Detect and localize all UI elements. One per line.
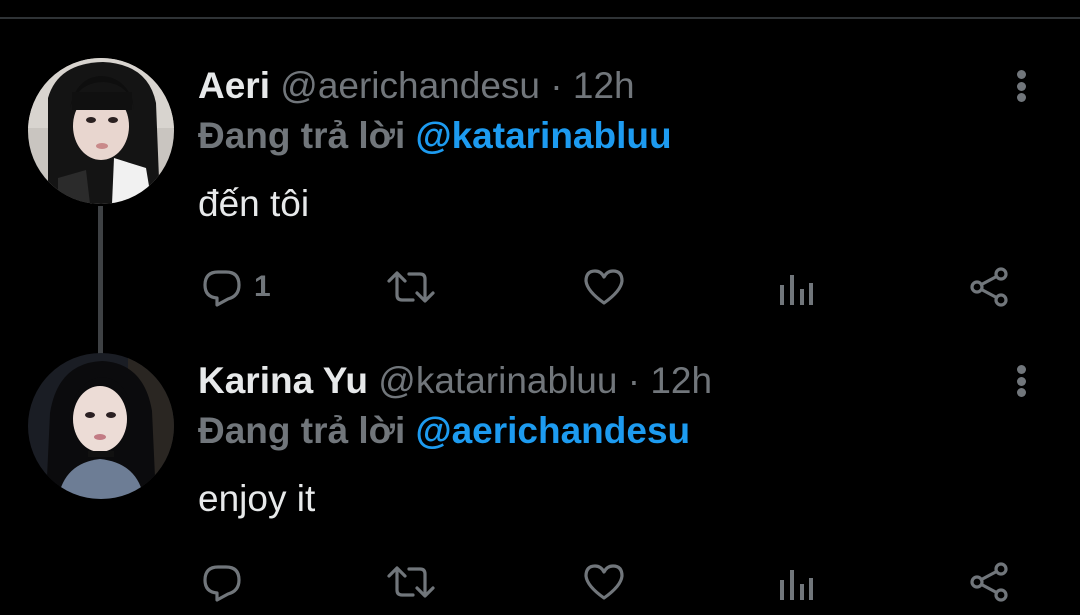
replying-to-line: Đang trả lời @aerichandesu: [198, 409, 690, 453]
handle-and-time[interactable]: @aerichandesu · 12h: [280, 65, 634, 106]
avatar[interactable]: [28, 353, 174, 499]
top-divider: [0, 17, 1080, 19]
views-icon: [776, 265, 816, 309]
more-dot: [1016, 365, 1026, 374]
reply-icon: [200, 265, 244, 309]
more-icon[interactable]: [1004, 361, 1038, 401]
tweet-actions: 1: [0, 265, 1080, 309]
tweet-actions: [0, 560, 1080, 604]
share-icon: [967, 265, 1011, 309]
reply-button[interactable]: [200, 560, 254, 604]
more-dot: [1016, 376, 1026, 386]
replying-to-label: Đang trả lời: [198, 410, 406, 451]
like-button[interactable]: [582, 265, 626, 309]
reply-icon: [200, 560, 244, 604]
avatar[interactable]: [28, 58, 174, 204]
retweet-icon: [386, 265, 436, 309]
replying-to-line: Đang trả lời @katarinabluu: [198, 114, 672, 158]
views-button[interactable]: [776, 560, 816, 604]
retweet-button[interactable]: [386, 265, 436, 309]
handle-and-time[interactable]: @katarinabluu · 12h: [378, 360, 712, 401]
reply-mention-link[interactable]: @katarinabluu: [416, 115, 672, 156]
like-button[interactable]: [582, 560, 626, 604]
reply-button[interactable]: 1: [200, 265, 271, 309]
heart-icon: [582, 560, 626, 604]
replying-to-label: Đang trả lời: [198, 115, 406, 156]
display-name[interactable]: Karina Yu: [198, 360, 368, 401]
retweet-icon: [386, 560, 436, 604]
tweet-text: đến tôi: [198, 183, 310, 224]
tweet-header: Karina Yu @katarinabluu · 12h: [198, 359, 712, 403]
more-dot: [1016, 70, 1026, 79]
more-dot: [1016, 388, 1026, 397]
more-dot: [1016, 81, 1026, 91]
share-icon: [967, 560, 1011, 604]
views-button[interactable]: [776, 265, 816, 309]
tweet-text: enjoy it: [198, 478, 316, 519]
more-icon[interactable]: [1004, 66, 1038, 106]
tweet-header: Aeri @aerichandesu · 12h: [198, 64, 635, 108]
reply-count: 1: [254, 270, 271, 303]
share-button[interactable]: [967, 265, 1011, 309]
reply-mention-link[interactable]: @aerichandesu: [416, 410, 691, 451]
views-icon: [776, 560, 816, 604]
display-name[interactable]: Aeri: [198, 65, 270, 106]
share-button[interactable]: [967, 560, 1011, 604]
heart-icon: [582, 265, 626, 309]
retweet-button[interactable]: [386, 560, 436, 604]
more-dot: [1016, 93, 1026, 102]
